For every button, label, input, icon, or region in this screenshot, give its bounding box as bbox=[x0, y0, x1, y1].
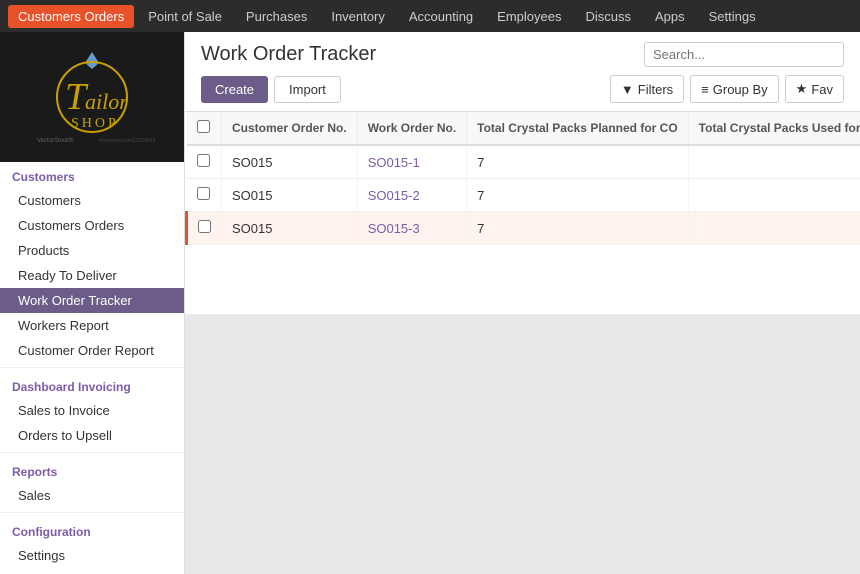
header-customer-order: Customer Order No. bbox=[222, 112, 358, 145]
sidebar-section-title-invoicing: Dashboard Invoicing bbox=[0, 372, 184, 398]
row-work-order[interactable]: SO015-1 bbox=[357, 145, 466, 179]
table-container: Customer Order No. Work Order No. Total … bbox=[185, 112, 860, 314]
nav-item-employees[interactable]: Employees bbox=[487, 5, 571, 28]
row-planned: 7 bbox=[467, 145, 689, 179]
svg-text:freevector.com/13136644: freevector.com/13136644 bbox=[99, 138, 156, 144]
star-icon: ★ bbox=[796, 81, 808, 97]
sidebar-section-invoicing: Dashboard Invoicing Sales to Invoice Ord… bbox=[0, 372, 184, 448]
sidebar: T ailor SHOP VectorStock® freevector.com… bbox=[0, 32, 185, 574]
sidebar-section-customers: Customers Customers Customers Orders Pro… bbox=[0, 162, 184, 363]
sidebar-item-customers-orders[interactable]: Customers Orders bbox=[0, 213, 184, 238]
table-row: SO015 SO015-2 7 C A bbox=[187, 179, 860, 212]
header-planned: Total Crystal Packs Planned for CO bbox=[467, 112, 689, 145]
main-area: T ailor SHOP VectorStock® freevector.com… bbox=[0, 32, 860, 574]
filter-icon: ▼ bbox=[621, 82, 634, 97]
row-work-order[interactable]: SO015-2 bbox=[357, 179, 466, 212]
nav-item-inventory[interactable]: Inventory bbox=[321, 5, 394, 28]
sidebar-divider-3 bbox=[0, 512, 184, 513]
row-used bbox=[688, 212, 860, 245]
filters-button[interactable]: ▼ Filters bbox=[610, 75, 684, 103]
search-input[interactable] bbox=[644, 42, 844, 67]
nav-item-apps[interactable]: Apps bbox=[645, 5, 695, 28]
row-used bbox=[688, 179, 860, 212]
row-used bbox=[688, 145, 860, 179]
toolbar-right: ▼ Filters ≡ Group By ★ Fav bbox=[610, 75, 844, 103]
header-checkbox-col bbox=[187, 112, 222, 145]
svg-text:SHOP: SHOP bbox=[71, 116, 119, 131]
row-checkbox-cell bbox=[187, 179, 222, 212]
import-button[interactable]: Import bbox=[274, 76, 341, 103]
work-order-table: Customer Order No. Work Order No. Total … bbox=[185, 112, 860, 245]
group-by-button[interactable]: ≡ Group By bbox=[690, 75, 779, 103]
sidebar-item-orders-to-upsell[interactable]: Orders to Upsell bbox=[0, 423, 184, 448]
row-checkbox[interactable] bbox=[198, 220, 211, 233]
row-checkbox-cell bbox=[187, 212, 222, 245]
svg-text:VectorStock®: VectorStock® bbox=[37, 137, 74, 144]
sidebar-section-title-customers: Customers bbox=[0, 162, 184, 188]
sidebar-divider-2 bbox=[0, 452, 184, 453]
row-checkbox[interactable] bbox=[197, 154, 210, 167]
nav-item-pos[interactable]: Point of Sale bbox=[138, 5, 232, 28]
sidebar-item-work-order-tracker[interactable]: Work Order Tracker bbox=[0, 288, 184, 313]
row-customer-order: SO015 bbox=[222, 212, 358, 245]
sidebar-item-products[interactable]: Products bbox=[0, 238, 184, 263]
content-header: Work Order Tracker Create Import ▼ Filte… bbox=[185, 32, 860, 112]
row-checkbox[interactable] bbox=[197, 187, 210, 200]
group-by-icon: ≡ bbox=[701, 82, 709, 97]
row-planned: 7 bbox=[467, 179, 689, 212]
row-customer-order: SO015 bbox=[222, 145, 358, 179]
sidebar-section-reports: Reports Sales bbox=[0, 457, 184, 508]
top-navigation: Customers Orders Point of Sale Purchases… bbox=[0, 0, 860, 32]
nav-item-customers-orders[interactable]: Customers Orders bbox=[8, 5, 134, 28]
logo-image: T ailor SHOP VectorStock® freevector.com… bbox=[27, 47, 157, 147]
create-button[interactable]: Create bbox=[201, 76, 268, 103]
sidebar-section-title-reports: Reports bbox=[0, 457, 184, 483]
sidebar-section-title-configuration: Configuration bbox=[0, 517, 184, 543]
title-row: Work Order Tracker bbox=[201, 42, 844, 67]
sidebar-item-sales-to-invoice[interactable]: Sales to Invoice bbox=[0, 398, 184, 423]
sidebar-section-configuration: Configuration Settings bbox=[0, 517, 184, 568]
header-used: Total Crystal Packs Used for CO bbox=[688, 112, 860, 145]
svg-text:ailor: ailor bbox=[85, 89, 128, 114]
toolbar-row: Create Import ▼ Filters ≡ Group By ★ Fav bbox=[201, 75, 844, 103]
row-planned: 7 bbox=[467, 212, 689, 245]
sidebar-item-workers-report[interactable]: Workers Report bbox=[0, 313, 184, 338]
sidebar-item-sales[interactable]: Sales bbox=[0, 483, 184, 508]
sidebar-item-settings[interactable]: Settings bbox=[0, 543, 184, 568]
row-customer-order: SO015 bbox=[222, 179, 358, 212]
sidebar-item-customer-order-report[interactable]: Customer Order Report bbox=[0, 338, 184, 363]
table-row: SO015 SO015-1 7 B A bbox=[187, 145, 860, 179]
main-content: Work Order Tracker Create Import ▼ Filte… bbox=[185, 32, 860, 574]
sidebar-item-ready-to-deliver[interactable]: Ready To Deliver bbox=[0, 263, 184, 288]
row-checkbox-cell bbox=[187, 145, 222, 179]
sidebar-item-customers[interactable]: Customers bbox=[0, 188, 184, 213]
page-title: Work Order Tracker bbox=[201, 43, 376, 66]
toolbar-left: Create Import bbox=[201, 76, 341, 103]
select-all-checkbox[interactable] bbox=[197, 120, 210, 133]
table-row: SO015 SO015-3 7 C A bbox=[187, 212, 860, 245]
favorites-label: Fav bbox=[811, 82, 833, 97]
nav-item-accounting[interactable]: Accounting bbox=[399, 5, 483, 28]
table-header-row: Customer Order No. Work Order No. Total … bbox=[187, 112, 860, 145]
group-by-label: Group By bbox=[713, 82, 768, 97]
bottom-empty-area bbox=[185, 314, 860, 574]
nav-item-purchases[interactable]: Purchases bbox=[236, 5, 317, 28]
nav-item-settings[interactable]: Settings bbox=[699, 5, 766, 28]
nav-item-discuss[interactable]: Discuss bbox=[575, 5, 641, 28]
row-work-order[interactable]: SO015-3 bbox=[357, 212, 466, 245]
header-work-order: Work Order No. bbox=[357, 112, 466, 145]
sidebar-divider-1 bbox=[0, 367, 184, 368]
sidebar-logo: T ailor SHOP VectorStock® freevector.com… bbox=[0, 32, 184, 162]
filters-label: Filters bbox=[638, 82, 673, 97]
favorites-button[interactable]: ★ Fav bbox=[785, 75, 844, 103]
